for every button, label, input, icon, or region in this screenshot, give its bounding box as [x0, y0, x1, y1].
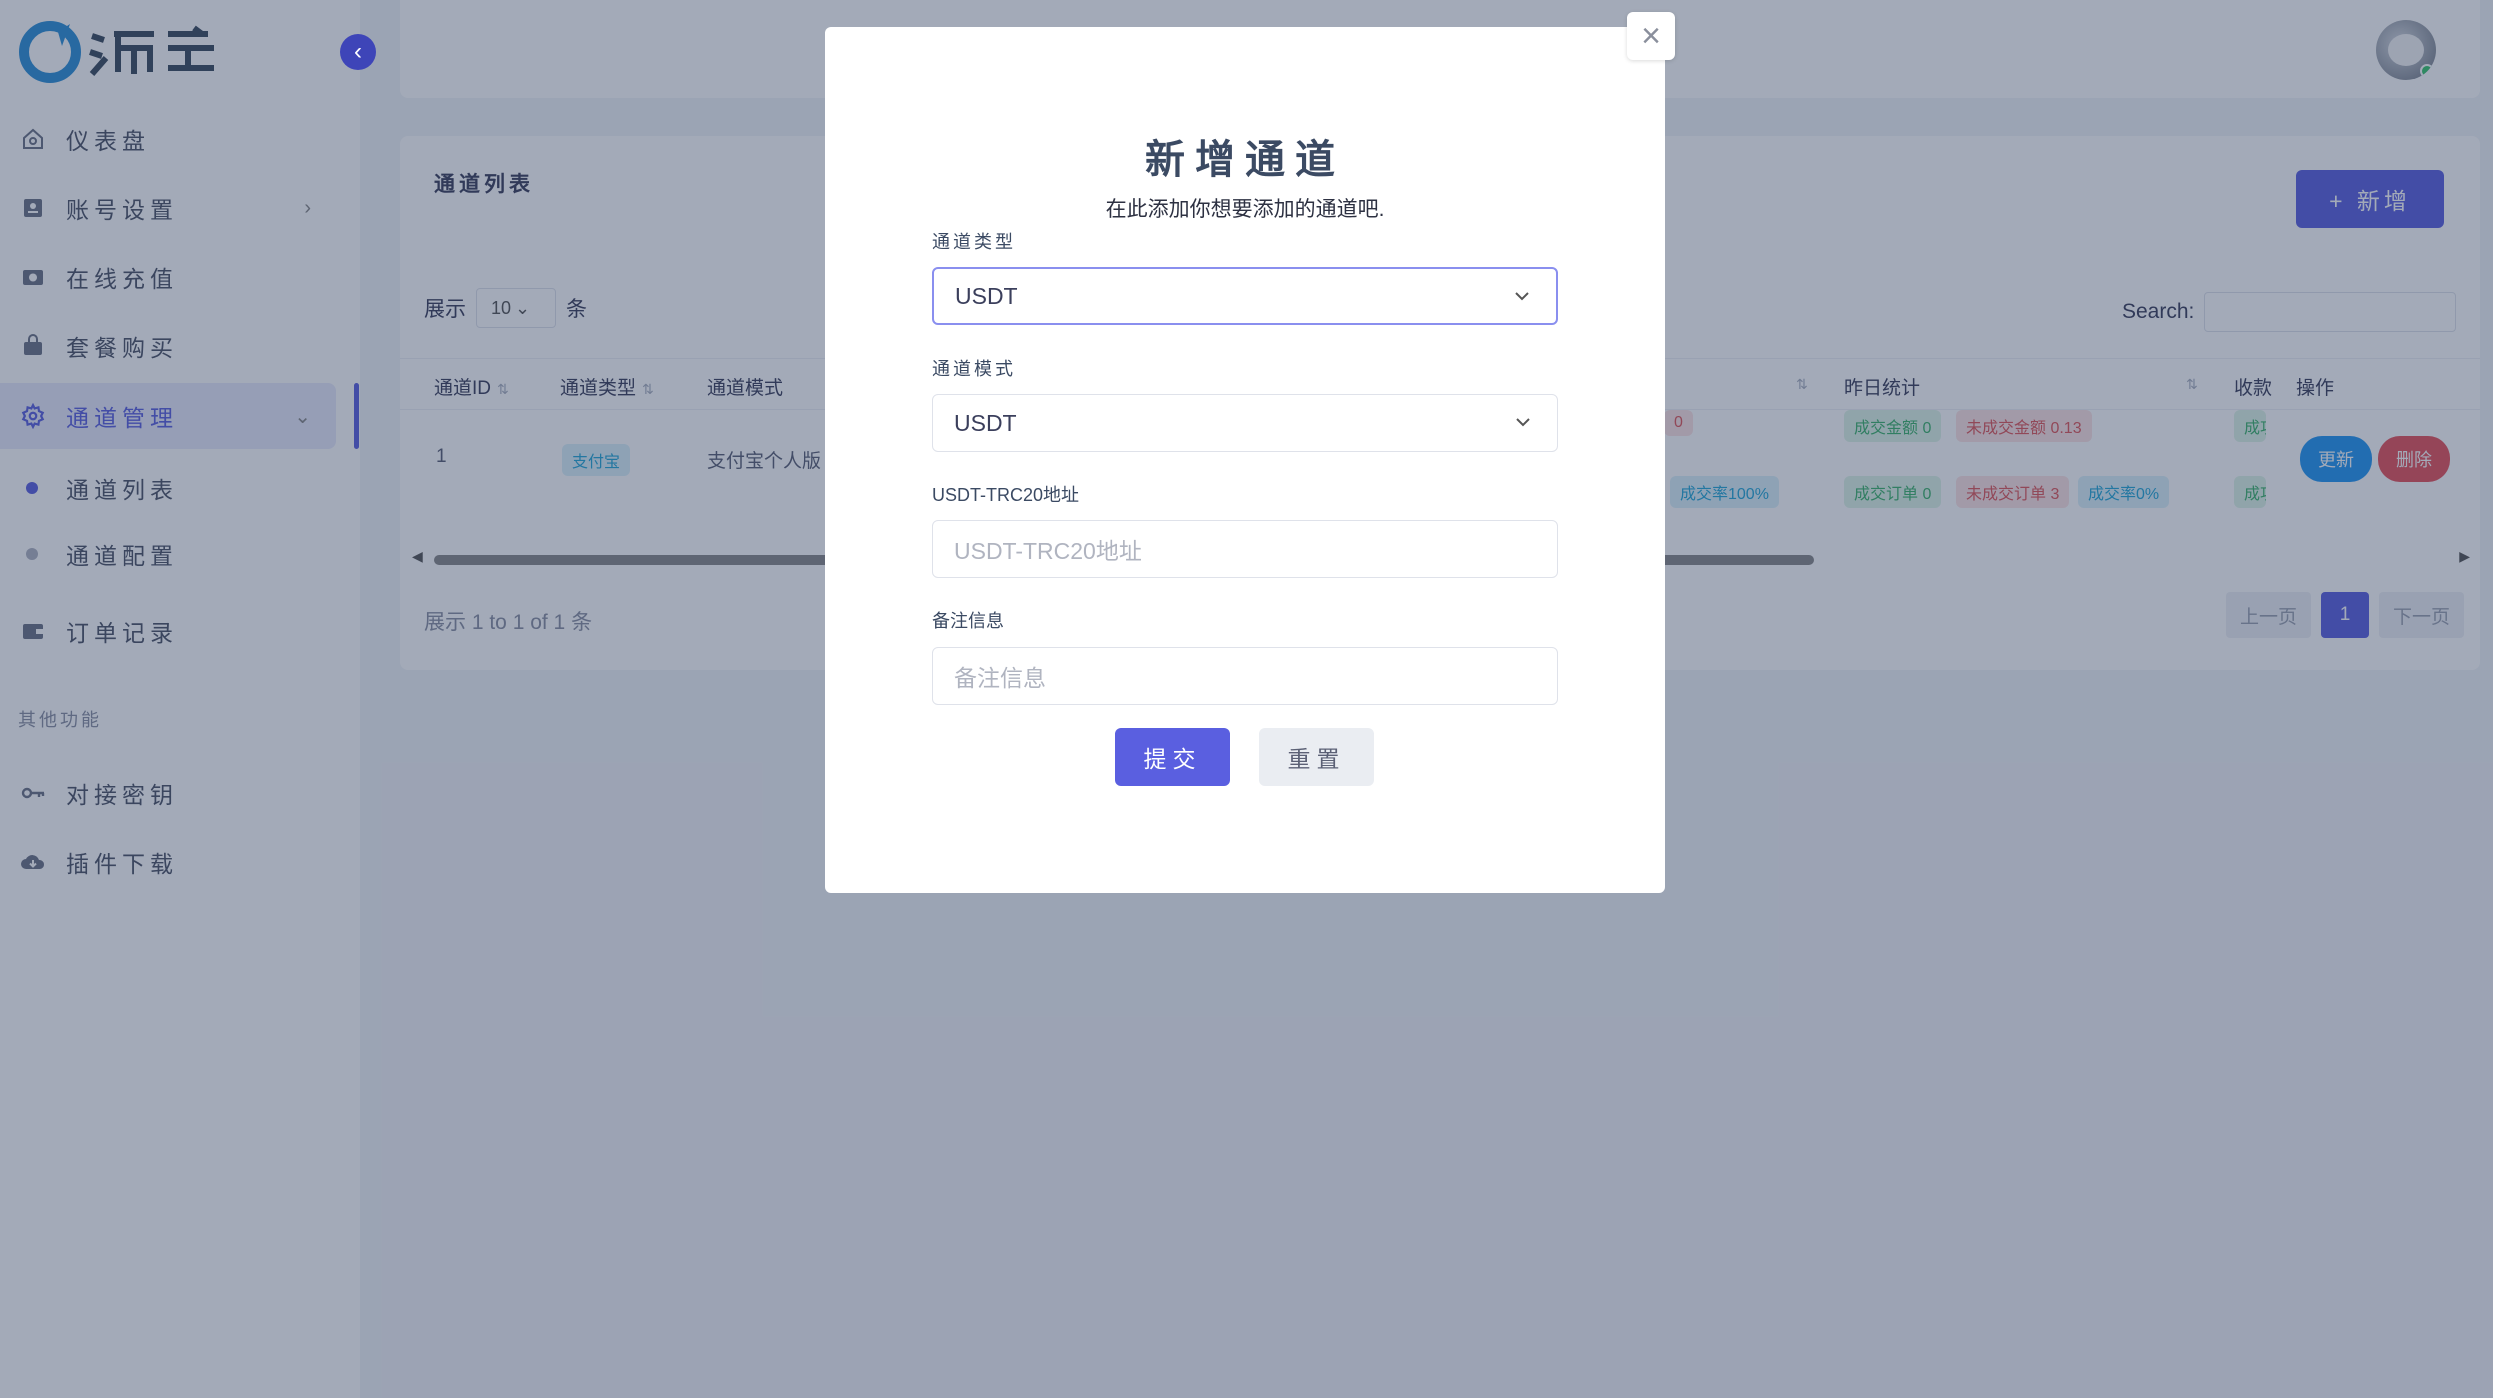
channel-type-select[interactable]: USDT	[932, 267, 1558, 325]
channel-mode-label: 通道模式	[932, 359, 1016, 379]
channel-type-value: USDT	[955, 282, 1018, 309]
channel-type-label: 通道类型	[932, 232, 1016, 252]
reset-button[interactable]: 重置	[1259, 728, 1374, 786]
collapse-sidebar-button[interactable]: ‹	[340, 34, 376, 70]
channel-mode-select[interactable]: USDT	[932, 394, 1558, 452]
remark-placeholder: 备注信息	[954, 665, 1046, 691]
add-channel-modal: 新增通道 在此添加你想要添加的通道吧. 通道类型 USDT 通道模式 USDT …	[825, 27, 1665, 893]
channel-mode-value: USDT	[954, 409, 1017, 436]
modal-title: 新增通道	[1145, 138, 1345, 182]
modal-close-button[interactable]: ×	[1627, 12, 1675, 60]
address-label: USDT-TRC20地址	[932, 485, 1080, 505]
remark-input[interactable]: 备注信息	[932, 647, 1558, 705]
remark-label: 备注信息	[932, 611, 1004, 631]
chevron-left-icon: ‹	[354, 38, 362, 65]
close-icon: ×	[1641, 16, 1661, 55]
chevron-down-icon	[1516, 418, 1530, 427]
usdt-address-input[interactable]: USDT-TRC20地址	[932, 520, 1558, 578]
chevron-down-icon	[1515, 292, 1529, 301]
modal-subtitle: 在此添加你想要添加的通道吧.	[1105, 198, 1385, 221]
submit-button[interactable]: 提交	[1115, 728, 1230, 786]
address-placeholder: USDT-TRC20地址	[954, 538, 1142, 564]
